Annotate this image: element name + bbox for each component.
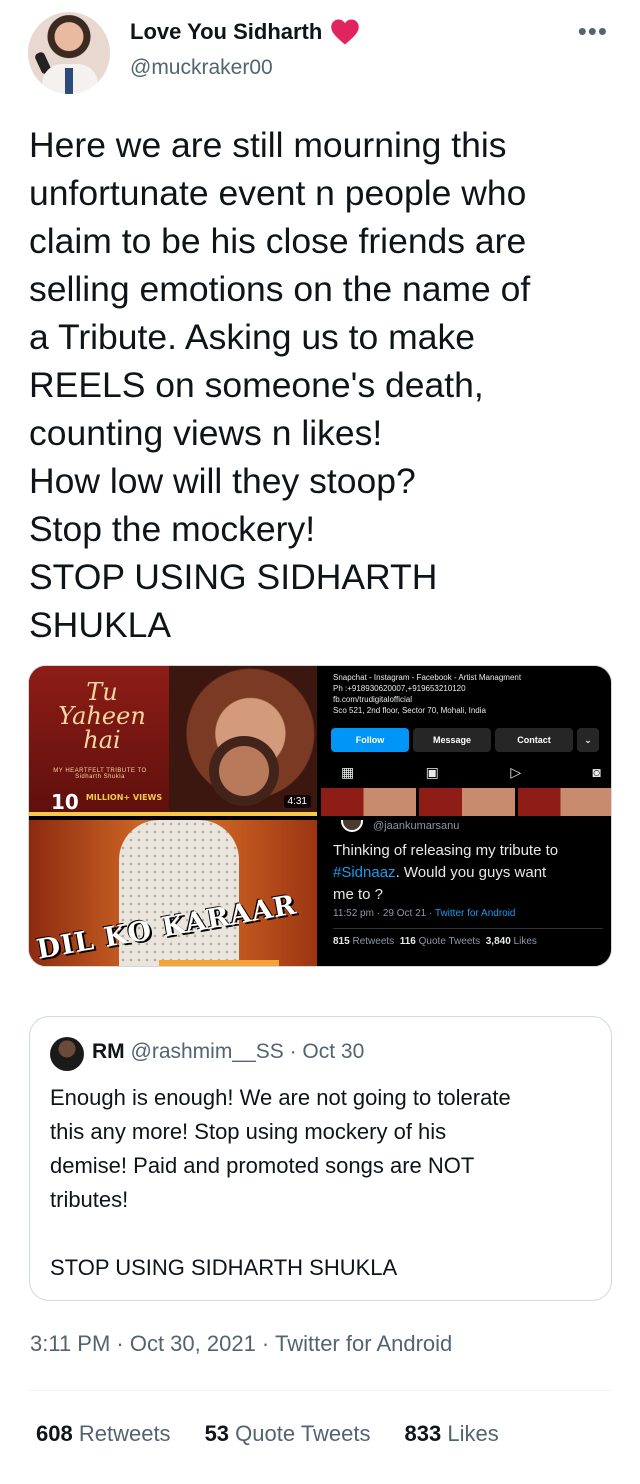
likes-count: 833 — [404, 1421, 442, 1446]
chevron-down-icon: ⌄ — [577, 728, 599, 752]
cover-face — [209, 736, 279, 806]
author-display-name[interactable]: Love You Sidharth — [130, 19, 322, 45]
quoted-tweet-text: Enough is enough! We are not going to to… — [50, 1085, 511, 1280]
tweet-body-text: Here we are still mourning this unfortun… — [29, 125, 531, 645]
cover-subtitle: MY HEARTFELT TRIBUTE TO Sidharth Shukla — [53, 768, 147, 780]
dark-tweet-quotes-count: 116 — [399, 936, 416, 947]
likes-stat[interactable]: 833 Likes — [405, 1421, 499, 1447]
cover-title-line3: hai — [83, 726, 121, 754]
dark-tweet-retweets-label: Retweets — [352, 936, 395, 947]
dark-tweet-quotes-label: Quote Tweets — [418, 936, 481, 947]
dil-accent-bar — [159, 960, 279, 966]
author-handle[interactable]: @muckraker00 — [130, 56, 273, 80]
dark-tweet-hashtag: #Sidnaaz — [333, 864, 396, 881]
quoted-tweet-header: RM @rashmim__SS · Oct 30 — [92, 1040, 364, 1064]
instagram-thumbnails — [321, 788, 611, 816]
quoted-author-avatar — [50, 1037, 84, 1071]
quote-tweets-count: 53 — [204, 1421, 230, 1446]
author-name-row: Love You Sidharth — [130, 18, 360, 46]
dark-tweet-likes-count: 3,840 — [485, 936, 511, 947]
tweet-author: Love You Sidharth @muckraker00 ••• — [28, 10, 618, 100]
dark-tweet-retweets-count: 815 — [333, 936, 350, 947]
quoted-date: Oct 30 — [302, 1040, 365, 1063]
cover-title-line2: Yaheen — [58, 702, 146, 730]
instagram-thumb — [517, 788, 611, 816]
dark-tweet-meta: 11:52 pm · 29 Oct 21 · Twitter for Andro… — [333, 908, 516, 919]
heart-icon — [331, 19, 360, 45]
author-avatar[interactable] — [28, 12, 110, 94]
dark-tweet-handle: @jaankumarsanu — [373, 820, 460, 832]
quoted-author-name: RM — [92, 1040, 125, 1063]
media-grid[interactable]: Tu Yaheen hai MY HEARTFELT TRIBUTE TO Si… — [28, 665, 612, 967]
dark-tweet-text-start: Thinking of releasing my tribute to — [333, 842, 559, 859]
dark-tweet-time: 11:52 pm · 29 Oct 21 · — [333, 908, 435, 919]
retweets-label: Retweets — [78, 1421, 171, 1446]
instagram-contact-button: Contact — [495, 728, 573, 752]
video-duration: 4:31 — [283, 795, 311, 808]
instagram-follow-button: Follow — [331, 728, 409, 752]
play-icon: ▷ — [510, 764, 522, 780]
instagram-tab-icons: ▦ ▣ ▷ ◙ — [341, 764, 601, 781]
dark-tweet-likes-label: Likes — [513, 936, 537, 947]
likes-label: Likes — [447, 1421, 499, 1446]
instagram-buttons: Follow Message Contact ⌄ — [331, 728, 599, 752]
quoted-separator: · — [289, 1040, 297, 1063]
quote-tweets-stat[interactable]: 53 Quote Tweets — [205, 1421, 371, 1447]
tagged-icon: ◙ — [592, 764, 601, 780]
instagram-profile-info: Snapchat - Instagram - Facebook - Artist… — [333, 673, 522, 715]
cover-views-badge: 10 MILLION+ VIEWS — [51, 790, 162, 814]
cover-views-label: MILLION+ VIEWS — [85, 793, 163, 802]
divider — [28, 1390, 612, 1391]
quoted-tweet-card[interactable]: RM @rashmim__SS · Oct 30 Enough is enoug… — [29, 1016, 612, 1301]
cover-title-line1: Tu — [86, 678, 118, 706]
instagram-thumb — [321, 788, 417, 816]
more-horizontal-icon[interactable]: ••• — [578, 18, 608, 44]
dark-tweet-text: Thinking of releasing my tribute to #Sid… — [333, 840, 609, 906]
retweets-stat[interactable]: 608 Retweets — [36, 1421, 171, 1447]
instagram-message-button: Message — [413, 728, 491, 752]
dark-tweet-stats: 815 Retweets 116 Quote Tweets 3,840 Like… — [333, 936, 537, 947]
tie-shape — [65, 68, 73, 94]
cover-views-number: 10 — [51, 790, 79, 814]
cover-title: Tu Yaheen hai — [47, 680, 157, 752]
video-progress-bar — [29, 812, 317, 816]
media-image-instagram-profile[interactable]: Snapchat - Instagram - Facebook - Artist… — [321, 666, 611, 816]
grid-icon: ▦ — [341, 764, 355, 780]
media-image-dil-ko-karaar[interactable]: DIL KO KARAAR — [29, 820, 317, 966]
media-image-tribute-cover[interactable]: Tu Yaheen hai MY HEARTFELT TRIBUTE TO Si… — [29, 666, 317, 816]
reels-icon: ▣ — [425, 764, 439, 780]
tweet-stats: 608 Retweets 53 Quote Tweets 833 Likes — [36, 1421, 499, 1447]
dark-tweet-divider — [333, 928, 603, 929]
dark-tweet-source: Twitter for Android — [434, 908, 516, 919]
tweet-timestamp[interactable]: 3:11 PM · Oct 30, 2021 · Twitter for And… — [30, 1331, 452, 1357]
instagram-thumb — [419, 788, 515, 816]
retweets-count: 608 — [36, 1421, 73, 1446]
media-image-dark-tweet[interactable]: @jaankumarsanu Thinking of releasing my … — [321, 820, 611, 966]
dark-tweet-avatar — [341, 820, 363, 832]
quote-tweets-label: Quote Tweets — [235, 1421, 371, 1446]
quoted-author-handle: @rashmim__SS — [130, 1040, 284, 1063]
